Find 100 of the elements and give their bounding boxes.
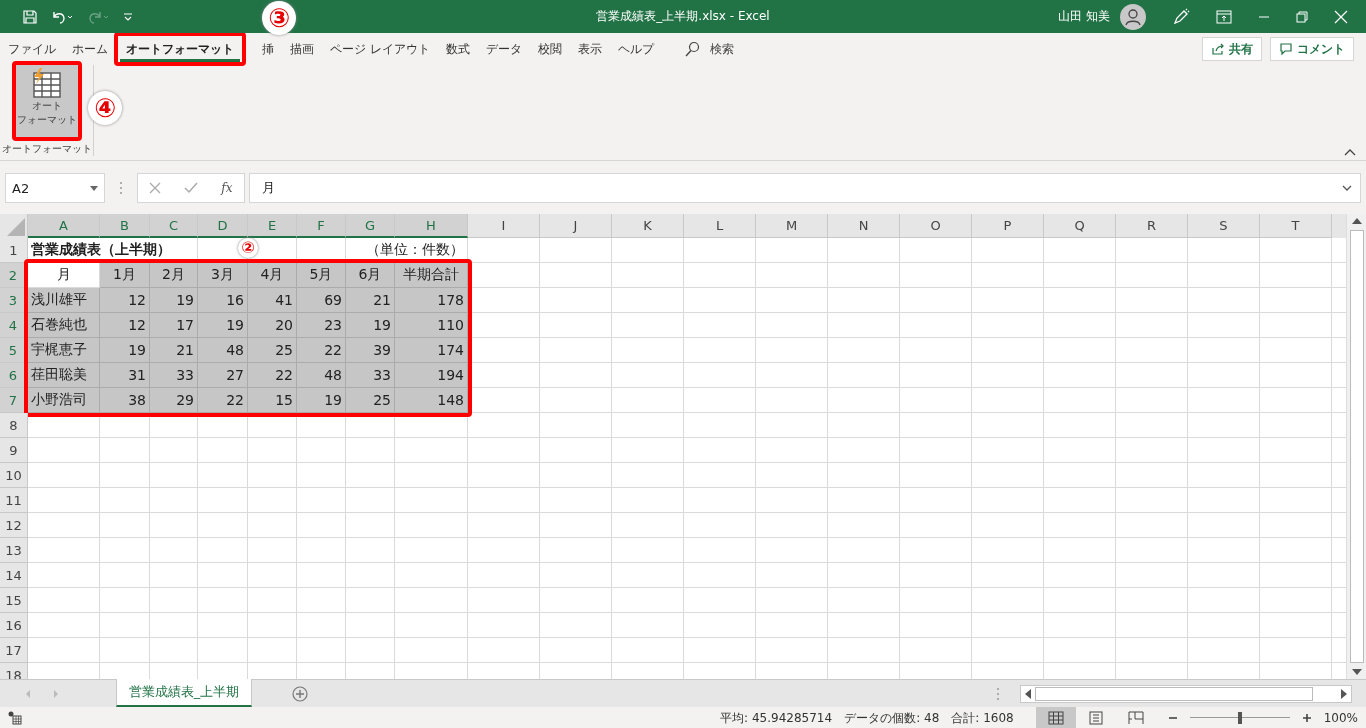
split-handle-icon[interactable] (996, 686, 1000, 701)
zoom-slider[interactable] (1189, 711, 1290, 725)
pen-icon[interactable] (1172, 7, 1190, 26)
row-header[interactable]: 18 (0, 663, 28, 679)
save-icon[interactable] (22, 8, 38, 25)
count-readout: データの個数: 48 (844, 709, 940, 727)
row-header[interactable]: 14 (0, 563, 28, 588)
scroll-left-icon[interactable] (1025, 688, 1031, 699)
formula-field[interactable]: 月 (249, 173, 1361, 203)
row-header[interactable]: 15 (0, 588, 28, 613)
table-cell: 5月 (297, 263, 346, 288)
column-header[interactable]: E (248, 214, 297, 238)
scroll-right-icon[interactable] (1341, 688, 1347, 699)
page-break-icon (1127, 711, 1144, 725)
search-label[interactable]: 検索 (709, 40, 734, 58)
macro-icon[interactable] (8, 711, 22, 725)
column-header[interactable]: A (28, 214, 100, 238)
grid-icon (1047, 711, 1064, 725)
table-cell: 15 (248, 388, 297, 413)
column-header[interactable]: D (198, 214, 248, 238)
vertical-scrollbar[interactable] (1346, 214, 1366, 679)
ribbon-tab[interactable]: 表示 (571, 36, 608, 62)
row-header[interactable]: 9 (0, 438, 28, 463)
row-header[interactable]: 16 (0, 613, 28, 638)
ribbon-tab[interactable]: データ (479, 36, 528, 62)
column-header[interactable]: G (346, 214, 395, 238)
row-header[interactable]: 1 (0, 238, 28, 263)
ribbon-display-icon[interactable] (1216, 9, 1232, 24)
table-cell: 48 (198, 338, 248, 363)
collapse-icon[interactable] (1344, 148, 1356, 156)
table-cell: 12 (100, 313, 150, 338)
ribbon-tab[interactable]: ページ レイアウト (324, 36, 436, 62)
table-cell: 69 (297, 288, 346, 313)
ribbon-tab[interactable]: 挿 (256, 36, 280, 62)
ribbon-tab[interactable]: 校閲 (531, 36, 568, 62)
insert-function-button[interactable]: fx (221, 181, 233, 195)
ribbon-tab[interactable]: ホーム (66, 36, 114, 62)
grip-icon (119, 181, 123, 195)
table-cell: 19 (100, 338, 150, 363)
column-header[interactable]: B (100, 214, 150, 238)
zoom-thumb[interactable] (1237, 712, 1242, 724)
zoom-in-icon[interactable] (1301, 713, 1312, 723)
table-cell: 宇梶恵子 (28, 338, 100, 363)
ribbon-tab[interactable]: ファイル (2, 36, 62, 62)
table-cell: 31 (100, 363, 150, 388)
table-cell: 6月 (346, 263, 395, 288)
page-icon (1087, 711, 1104, 725)
table-cell: 22 (248, 363, 297, 388)
ribbon-tab[interactable]: オートフォーマット (120, 36, 240, 62)
expand-icon (1342, 185, 1352, 191)
table-cell: 12 (100, 288, 150, 313)
ribbon-tab[interactable]: 数式 (439, 36, 476, 62)
step-callout: ④ (88, 91, 122, 125)
row-header[interactable]: 8 (0, 413, 28, 438)
dropdown-icon (90, 185, 98, 191)
table-cell: 48 (297, 363, 346, 388)
scroll-down-icon[interactable] (1351, 669, 1362, 675)
table-cell: 27 (198, 363, 248, 388)
sheet-tab[interactable]: 営業成績表_上半期 (116, 679, 252, 707)
horizontal-scrollbar[interactable] (1020, 684, 1352, 703)
ribbon-tab[interactable]: ヘルプ (611, 36, 660, 62)
share-icon (1211, 42, 1225, 56)
row-header[interactable]: 12 (0, 513, 28, 538)
close-icon[interactable] (1334, 9, 1348, 24)
normal-view-button[interactable] (1035, 707, 1076, 728)
table-cell: 178 (395, 288, 468, 313)
search-icon[interactable] (683, 41, 700, 57)
table-cell: 23 (297, 313, 346, 338)
avatar-icon[interactable] (1120, 3, 1146, 30)
table-cell: 21 (346, 288, 395, 313)
column-header[interactable]: H (395, 214, 468, 238)
table-cell: 石巻純也 (28, 313, 100, 338)
name-box[interactable]: A2 (5, 173, 105, 203)
table-cell: 148 (395, 388, 468, 413)
share-button[interactable]: 共有 (1202, 37, 1262, 61)
table-cell: 2月 (150, 263, 198, 288)
comment-button[interactable]: コメント (1270, 37, 1354, 61)
table-cell: 4月 (248, 263, 297, 288)
row-header[interactable]: 10 (0, 463, 28, 488)
scroll-up-icon[interactable] (1351, 218, 1362, 224)
table-cell: 38 (100, 388, 150, 413)
table-cell: 19 (297, 388, 346, 413)
column-header[interactable]: C (150, 214, 198, 238)
row-header[interactable]: 17 (0, 638, 28, 663)
table-cell: 20 (248, 313, 297, 338)
column-header[interactable]: F (297, 214, 346, 238)
restore-icon[interactable] (1296, 10, 1308, 23)
sum-readout: 合計: 1608 (951, 709, 1014, 727)
autoformat-button[interactable]: オート フォーマット (15, 65, 78, 137)
table-cell: 22 (297, 338, 346, 363)
group-label: オートフォーマット (1, 142, 92, 156)
add-sheet-icon[interactable] (292, 685, 308, 702)
table-cell: 浅川雄平 (28, 288, 100, 313)
zoom-level: 100% (1323, 711, 1358, 725)
row-header[interactable]: 13 (0, 538, 28, 563)
average-readout: 平均: 45.94285714 (720, 709, 833, 727)
row-header[interactable]: 11 (0, 488, 28, 513)
table-cell: 19 (198, 313, 248, 338)
ribbon-tab[interactable]: 描画 (284, 36, 320, 62)
comment-icon (1279, 42, 1293, 56)
